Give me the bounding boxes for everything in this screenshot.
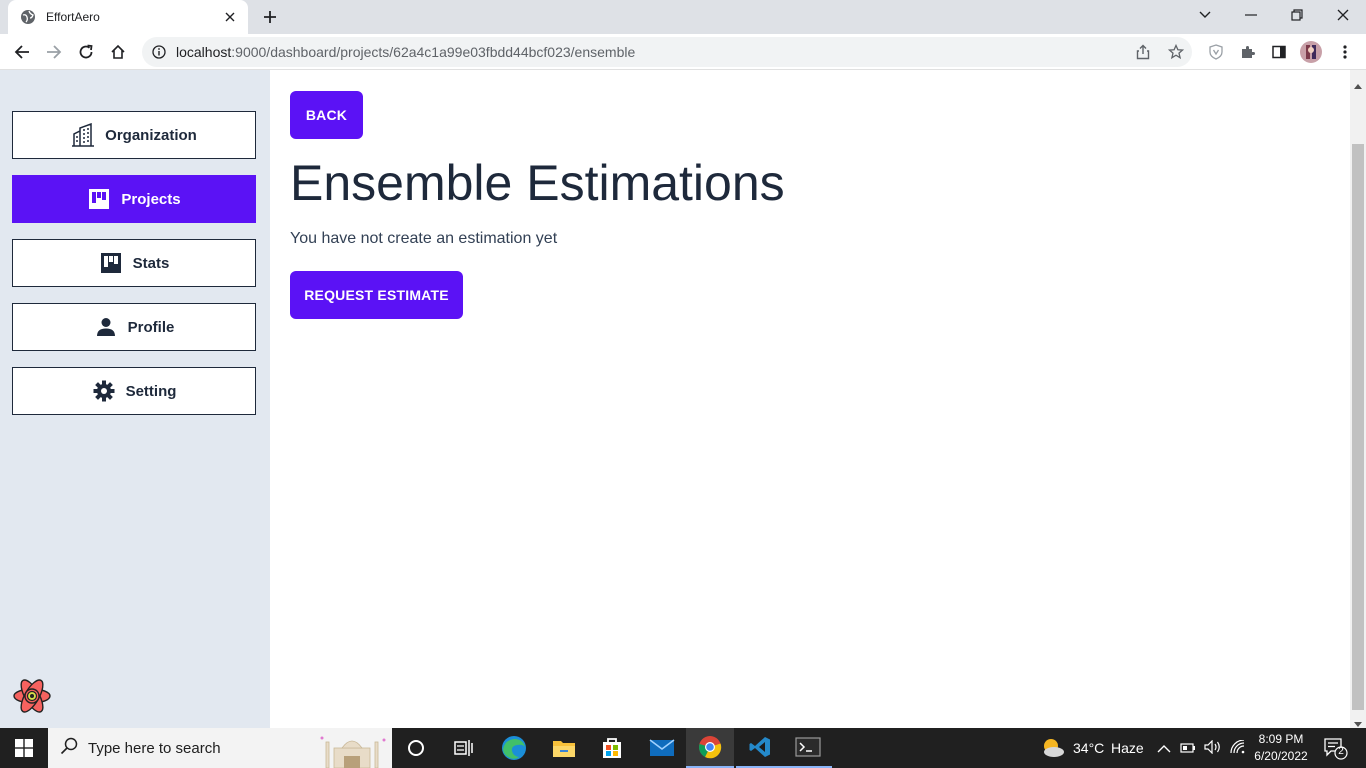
clock-date: 6/20/2022 [1254,749,1308,763]
page-scrollbar[interactable] [1350,70,1366,728]
forward-arrow-icon[interactable] [40,38,68,66]
info-icon[interactable] [152,45,166,59]
windows-taskbar: Type here to search 34°C Haze 8:09 PM 6/… [0,728,1366,768]
taskbar-clock[interactable]: 8:09 PM 6/20/2022 [1248,731,1314,765]
sidebar-item-label: Stats [132,254,170,272]
page-title: Ensemble Estimations [290,155,785,211]
search-icon [60,737,78,760]
weather-icon[interactable] [1040,736,1066,765]
sidebar-item-label: Projects [121,190,181,208]
extensions-puzzle-icon[interactable] [1237,41,1259,63]
tab-search-icon[interactable] [1182,0,1228,30]
reload-icon[interactable] [72,38,100,66]
browser-tab[interactable]: EffortAero [8,0,248,34]
back-button[interactable]: BACK [290,91,363,139]
person-icon [94,315,118,339]
board-icon [87,187,111,211]
wifi-icon[interactable] [1229,739,1247,759]
terminal-icon[interactable] [784,728,832,768]
close-tab-icon[interactable] [222,9,238,25]
windows-start-icon[interactable] [0,728,48,768]
kebab-menu-icon[interactable] [1334,41,1356,63]
close-window-icon[interactable] [1320,0,1366,30]
sidebar: Organization Projects Stats Profile Sett… [0,70,270,728]
gear-icon [92,379,116,403]
sidebar-item-stats[interactable]: Stats [12,239,256,287]
sidebar-item-profile[interactable]: Profile [12,303,256,351]
bookmark-star-icon[interactable] [1165,41,1187,63]
minimize-icon[interactable] [1228,0,1274,30]
notification-count: 2 [1338,746,1344,757]
main-content: BACK Ensemble Estimations You have not c… [270,70,1350,728]
browser-toolbar: localhost:9000/dashboard/projects/62a4c1… [0,34,1366,70]
sidebar-item-projects[interactable]: Projects [12,175,256,223]
back-arrow-icon[interactable] [8,38,36,66]
browser-tabstrip: EffortAero [0,0,1366,34]
weather-temperature[interactable]: 34°C [1073,740,1104,756]
notification-center-icon[interactable]: 2 [1324,738,1348,765]
clock-time: 8:09 PM [1258,732,1304,746]
scroll-up-arrow-icon[interactable] [1354,76,1362,89]
profile-avatar[interactable] [1300,41,1322,63]
globe-icon [20,9,36,25]
chrome-icon[interactable] [686,728,734,768]
home-icon[interactable] [104,38,132,66]
empty-state-text: You have not create an estimation yet [290,230,558,247]
edge-browser-icon[interactable] [490,728,538,768]
shield-extension-icon[interactable] [1205,41,1227,63]
file-explorer-icon[interactable] [540,728,588,768]
battery-icon[interactable] [1180,741,1196,759]
scrollbar-thumb[interactable] [1352,144,1364,710]
sidebar-item-organization[interactable]: Organization [12,111,256,159]
stats-icon [99,251,123,275]
mail-icon[interactable] [638,728,686,768]
sidebar-item-label: Organization [105,126,197,144]
weather-description[interactable]: Haze [1111,740,1144,756]
tab-title: EffortAero [46,10,100,24]
share-icon[interactable] [1132,41,1154,63]
microsoft-store-icon[interactable] [588,728,636,768]
search-highlight-image [314,730,390,768]
url-text: localhost:9000/dashboard/projects/62a4c1… [176,44,636,60]
address-bar[interactable]: localhost:9000/dashboard/projects/62a4c1… [142,37,1192,67]
volume-icon[interactable] [1204,739,1222,759]
sidebar-item-label: Setting [125,382,177,400]
task-view-icon[interactable] [440,728,488,768]
restore-icon[interactable] [1274,0,1320,30]
chevron-up-icon[interactable] [1157,741,1171,759]
vscode-icon[interactable] [736,728,784,768]
request-estimate-button[interactable]: REQUEST ESTIMATE [290,271,463,319]
taskbar-search-box[interactable]: Type here to search [48,728,392,768]
search-placeholder: Type here to search [88,739,221,757]
sidebar-item-setting[interactable]: Setting [12,367,256,415]
react-devtools-logo[interactable] [12,676,52,716]
side-panel-icon[interactable] [1268,41,1290,63]
building-icon [71,123,95,147]
sidebar-item-label: Profile [127,318,175,336]
scroll-down-arrow-icon[interactable] [1354,715,1362,727]
new-tab-icon[interactable] [260,7,280,27]
cortana-icon[interactable] [392,728,440,768]
